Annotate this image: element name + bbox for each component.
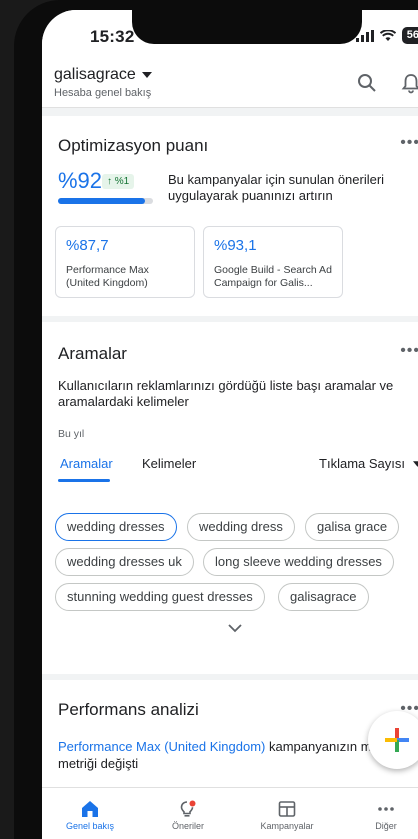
nav-label: Diğer (375, 821, 397, 831)
performance-title: Performans analizi (58, 700, 199, 719)
nav-label: Öneriler (171, 821, 204, 831)
expand-chevron-icon[interactable] (228, 624, 242, 633)
account-name: galisagrace (54, 66, 136, 83)
phone-frame: 15:32 56 galisagrace Hesaba genel bakış (14, 0, 418, 839)
campaign-score: %93,1 (214, 237, 257, 254)
search-icon[interactable] (356, 72, 378, 94)
campaigns-icon (278, 801, 296, 817)
search-term-chip[interactable]: wedding dress (187, 513, 295, 541)
screen: 15:32 56 galisagrace Hesaba genel bakış (42, 10, 418, 839)
status-bar: 15:32 56 (42, 10, 418, 58)
dropdown-arrow-icon (413, 460, 418, 467)
score-progress-bar (58, 198, 153, 204)
signal-icon (355, 29, 374, 42)
tab-keywords[interactable]: Kelimeler (142, 456, 196, 471)
campaign-score-card[interactable]: %87,7 Performance Max (United Kingdom) (55, 226, 195, 298)
account-switcher[interactable]: galisagrace Hesaba genel bakış (54, 66, 152, 99)
status-icons: 56 (355, 27, 418, 44)
campaign-score-card[interactable]: %93,1 Google Build - Search Ad Campaign … (203, 226, 343, 298)
search-term-chip[interactable]: wedding dresses (55, 513, 177, 541)
more-options-icon[interactable]: ••• (400, 342, 418, 360)
sort-dropdown[interactable]: Tıklama Sayısı (319, 456, 418, 471)
optimization-score: %92 (58, 168, 103, 193)
status-time: 15:32 (90, 27, 135, 46)
nav-overview[interactable]: Genel bakış (50, 800, 130, 831)
campaign-name: Performance Max (United Kingdom) (66, 264, 149, 289)
wifi-icon (379, 29, 396, 41)
lightbulb-icon (180, 800, 196, 817)
sort-label: Tıklama Sayısı (319, 456, 405, 471)
search-term-chip[interactable]: long sleeve wedding dresses (203, 548, 394, 576)
battery-indicator: 56 (401, 27, 418, 44)
score-change-badge: ↑ %1 (102, 174, 135, 189)
bell-icon[interactable] (400, 72, 418, 94)
dropdown-arrow-icon (141, 72, 152, 78)
insight-text-line2: metriği değişti (58, 756, 139, 771)
performance-insight[interactable]: Performance Max (United Kingdom) kampany… (58, 738, 398, 772)
app-bar: galisagrace Hesaba genel bakış (42, 58, 418, 108)
searches-card: Aramalar ••• Kullanıcıların reklamlarını… (42, 322, 418, 674)
nav-recommendations[interactable]: Öneriler (148, 800, 228, 831)
optimization-description: Bu kampanyalar için sunulan önerileri uy… (168, 172, 385, 203)
search-term-chip[interactable]: galisagrace (278, 583, 369, 611)
performance-card: Performans analizi ••• Performance Max (… (42, 680, 418, 787)
nav-label: Genel bakış (65, 821, 115, 831)
home-icon (82, 801, 98, 817)
more-options-icon[interactable]: ••• (400, 134, 418, 152)
nav-campaigns[interactable]: Kampanyalar (247, 800, 327, 831)
bottom-navigation: Genel bakış Öneriler Kampanyalar Diğer (42, 787, 418, 839)
tab-indicator (58, 479, 110, 482)
searches-description: Kullanıcıların reklamlarınızı gördüğü li… (58, 378, 394, 409)
tab-searches[interactable]: Aramalar (60, 456, 113, 471)
period-label: Bu yıl (58, 428, 85, 440)
camera-notch (132, 10, 362, 44)
search-term-chip[interactable]: stunning wedding guest dresses (55, 583, 265, 611)
nav-more[interactable]: Diğer (346, 800, 418, 831)
account-subtitle: Hesaba genel bakış (54, 87, 152, 99)
score-progress-fill (58, 198, 146, 204)
plus-icon (385, 728, 409, 752)
search-term-chip[interactable]: wedding dresses uk (55, 548, 194, 576)
search-term-chip[interactable]: galisa grace (305, 513, 400, 541)
more-icon (378, 807, 394, 811)
campaign-link[interactable]: Performance Max (United Kingdom) (58, 739, 265, 754)
campaign-name: Google Build - Search Ad Campaign for Ga… (214, 264, 332, 289)
nav-label: Kampanyalar (260, 821, 314, 831)
optimization-title: Optimizasyon puanı (58, 136, 209, 155)
campaign-score: %87,7 (66, 237, 109, 254)
optimization-card: Optimizasyon puanı ••• %92 ↑ %1 Bu kampa… (42, 116, 418, 316)
searches-title: Aramalar (58, 344, 127, 363)
insight-text: kampanyanızın ma (265, 739, 379, 754)
create-button[interactable] (368, 711, 418, 769)
